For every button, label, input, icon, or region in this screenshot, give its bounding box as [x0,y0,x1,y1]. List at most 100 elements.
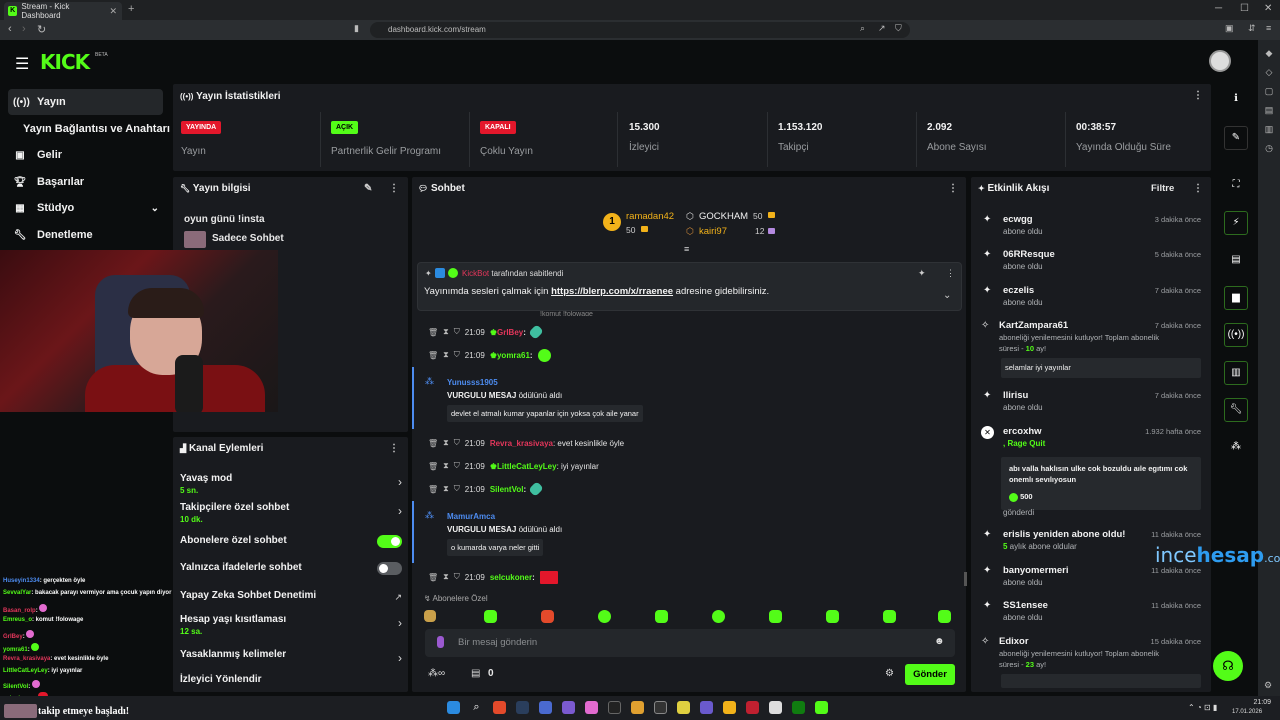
brave-shield-icon[interactable]: ⛉ [895,23,902,34]
event-user[interactable]: eczelis [1003,285,1034,296]
ban-icon[interactable]: ⛉ [454,327,460,337]
pinned-link[interactable]: https://blerp.com/x/rraenee [551,286,673,297]
tray-icons[interactable]: ⌃ ◔ ⊡ ▮ [1188,703,1217,712]
emote-icon[interactable] [883,610,896,623]
url-field[interactable]: dashboard.kick.com/stream [370,22,910,38]
timeout-icon[interactable]: ⧗ [443,327,449,337]
xbox-app-icon[interactable] [792,701,805,714]
account-age-row[interactable]: Hesap yaşı kısıtlaması 12 sa. › [180,614,402,636]
channel-actions-more-icon[interactable]: ⋮ [389,443,399,454]
dots-icon[interactable]: ⁂ [1224,436,1248,460]
highlight-user[interactable]: Yunusss1905 [447,378,498,387]
delete-icon[interactable]: 🗑︎ [428,328,438,337]
kick-app-icon[interactable] [815,701,828,714]
timeout-icon[interactable]: ⧗ [443,484,449,494]
filter-button[interactable]: Filtre [1151,183,1174,194]
message-user[interactable]: Revra_krasivaya: evet kesinlikle öyle [490,439,624,448]
community-points-icon[interactable]: ⁂∞ [428,668,445,679]
emote-icon[interactable] [712,610,725,623]
app-icon[interactable] [746,701,759,714]
reload-icon[interactable]: ↻ [37,23,46,36]
app-icon[interactable] [631,701,644,714]
message-user[interactable]: ♚GrIBey: [490,328,526,337]
app-icon[interactable] [677,701,690,714]
new-tab-icon[interactable]: + [128,3,134,15]
event-user[interactable]: ercoxhw [1003,426,1042,437]
event-user[interactable]: Edixor [999,636,1029,647]
emote-icon[interactable] [826,610,839,623]
delete-icon[interactable]: 🗑︎ [428,462,438,471]
settings-icon[interactable]: ⚙ [1264,680,1272,691]
message-user[interactable]: ♚yomra61: [490,351,533,360]
lightning-icon[interactable]: ⚡︎ [1224,211,1248,235]
minimize-icon[interactable]: ─ [1215,3,1222,14]
event-feed-more-icon[interactable]: ⋮ [1193,183,1203,194]
stats-icon[interactable]: ▥ [1224,361,1248,385]
event-user[interactable]: llirisu [1003,390,1028,401]
chat-more-icon[interactable]: ⋮ [948,183,958,194]
sidebar-item-gelir[interactable]: ▣ Gelir [8,142,163,168]
emote-icon[interactable] [655,610,668,623]
sidebar-item-studyo[interactable]: ▦ Stüdyo ⌄ [8,195,163,221]
event-user[interactable]: erislis yeniden abone oldu! [1003,529,1125,540]
user-avatar[interactable] [1209,50,1231,72]
expand-pinned-icon[interactable]: ⌄ [943,290,951,301]
emote-icon[interactable] [541,610,554,623]
leader-3-name[interactable]: kairi97 [699,226,727,237]
app-icon[interactable] [562,701,575,714]
delete-icon[interactable]: 🗑︎ [428,485,438,494]
discord-app-icon[interactable] [700,701,713,714]
timeout-icon[interactable]: ⧗ [443,461,449,471]
wrench-icon[interactable]: 🔧︎ [1224,398,1248,422]
microphone-icon[interactable] [437,636,444,648]
app-icon[interactable] [654,701,667,714]
browser-tab[interactable]: K Stream - Kick Dashboard ✕ [4,2,122,20]
brave-app-icon[interactable] [493,701,506,714]
broadcast-icon[interactable]: ((•)) [1224,323,1248,347]
unpin-icon[interactable]: ✦ [918,268,926,279]
delete-icon[interactable]: 🗑︎ [428,351,438,360]
emote-icon[interactable] [938,610,951,623]
category-name[interactable]: Sadece Sohbet [212,233,284,244]
close-window-icon[interactable]: ✕ [1264,3,1272,14]
leader-2-name[interactable]: GOCKHAM [699,211,748,222]
chat-settings-icon[interactable]: ⚙ [885,668,894,679]
close-tab-icon[interactable]: ✕ [109,6,117,17]
ban-icon[interactable]: ⛉ [454,438,460,448]
wallet-icon[interactable]: ⇵ [1248,23,1256,34]
kick-logo[interactable]: KICK [40,50,90,74]
leader-1-name[interactable]: ramadan42 [626,211,674,222]
chat-bubble-icon[interactable]: ▆ [1224,286,1248,310]
send-button[interactable]: Gönder [905,664,955,685]
timeout-icon[interactable]: ⧗ [443,438,449,448]
info-icon[interactable]: ℹ [1224,88,1248,112]
emote-icon[interactable] [484,610,497,623]
back-icon[interactable]: ‹ [8,23,12,35]
forward-icon[interactable]: › [22,23,26,35]
clock-date[interactable]: 17.01.2026 [1232,709,1262,715]
emote-icon[interactable] [598,610,611,623]
emote-icon[interactable] [769,610,782,623]
banned-words-row[interactable]: Yasaklanmış kelimeler › [180,649,402,665]
zoom-icon[interactable]: ⌕ [860,23,865,34]
followers-only-row[interactable]: Takipçilere özel sohbet 10 dk. › [180,502,402,524]
subscribers-only-toggle[interactable] [377,535,402,548]
emoji-picker-icon[interactable]: ☻ [934,636,945,647]
ai-moderation-row[interactable]: Yapay Zeka Sohbet Denetimi ↗ [180,590,402,602]
sidebar-icon-6[interactable]: ◷ [1258,143,1280,154]
event-user[interactable]: ecwgg [1003,214,1033,225]
chat-scrollbar[interactable] [964,572,967,586]
gift-box-icon[interactable]: ▤ [471,668,480,679]
steam-app-icon[interactable] [516,701,529,714]
event-user[interactable]: SS1ensee [1003,600,1048,611]
sidebar-icon-1[interactable]: ◆ [1258,48,1280,59]
sidebar-item-basarilar[interactable]: 🏆︎ Başarılar [8,169,163,195]
fullscreen-icon[interactable]: ⛶ [1224,174,1248,198]
message-user[interactable]: ♚LittleCatLeyLey: iyi yayınlar [490,462,599,471]
app-icon[interactable] [585,701,598,714]
ban-icon[interactable]: ⛉ [454,350,460,360]
menu-icon[interactable]: ≡ [1266,23,1271,33]
ban-icon[interactable]: ⛉ [454,572,460,582]
stream-info-more-icon[interactable]: ⋮ [389,183,399,194]
event-user[interactable]: 06RResque [1003,249,1055,260]
